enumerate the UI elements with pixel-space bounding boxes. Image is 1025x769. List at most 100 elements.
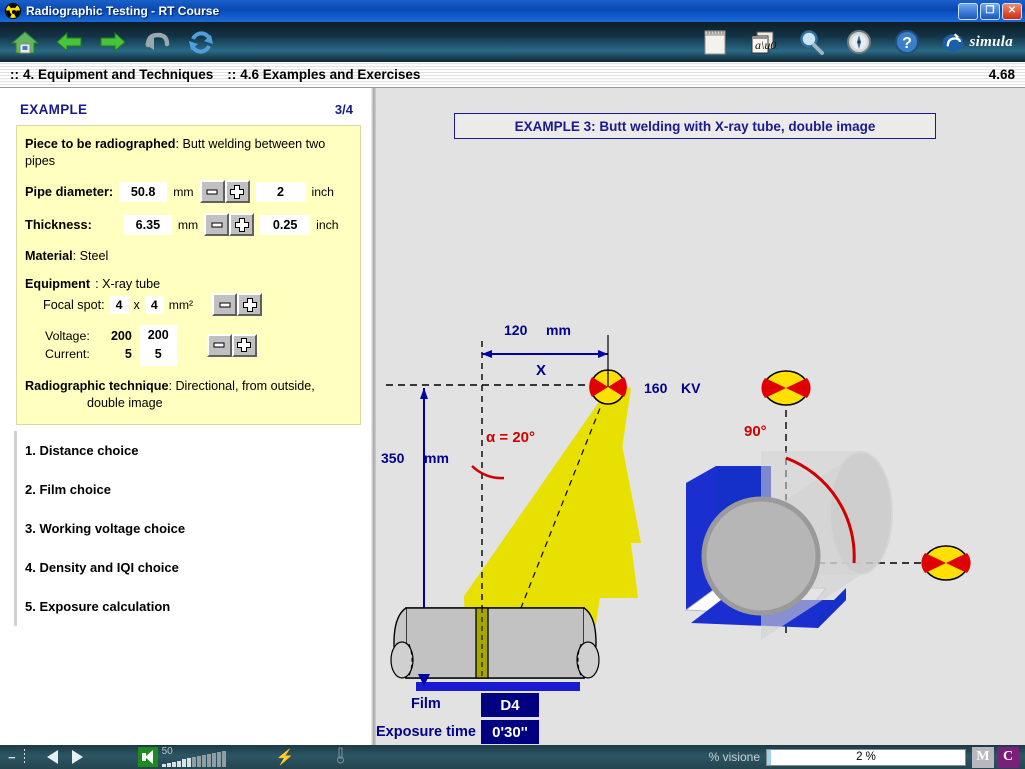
breadcrumb: :: 4. Equipment and Techniques :: 4.6 Ex… — [0, 62, 1025, 88]
help-icon[interactable]: ? — [892, 27, 922, 57]
pipe-diameter-inch-unit: inch — [311, 184, 334, 199]
prev-icon[interactable] — [46, 750, 58, 764]
example-info-card: Piece to be radiographed: Butt welding b… — [16, 125, 361, 425]
glossary-ab-icon[interactable]: a\u0192 — [748, 27, 778, 57]
plus-icon — [237, 338, 252, 353]
close-button[interactable]: ✕ — [1002, 2, 1022, 20]
material-label: Material — [25, 249, 73, 263]
thickness-inch-field[interactable]: 0.25 — [260, 214, 311, 235]
minimize-button[interactable]: _ — [958, 2, 978, 22]
breadcrumb-level-2[interactable]: 4.6 Examples and Exercises — [240, 67, 420, 82]
thickness-minus-button[interactable] — [204, 213, 230, 236]
refresh-icon[interactable] — [186, 27, 216, 57]
pipe-diameter-label: Pipe diameter: — [25, 184, 114, 199]
focal-spot-x-field[interactable]: 4 — [109, 295, 129, 314]
maximize-button[interactable]: ❐ — [980, 2, 1000, 20]
dim-x-label: X — [536, 362, 546, 379]
focal-spot-plus-button[interactable] — [237, 293, 263, 316]
window-title: Radiographic Testing - RT Course — [26, 4, 220, 18]
dim-120-unit: mm — [546, 322, 571, 338]
step-item-4[interactable]: 4. Density and IQI choice — [14, 547, 371, 587]
step-item-2[interactable]: 2. Film choice — [14, 469, 371, 509]
voltage-current-stepper — [206, 333, 257, 357]
thickness-mm-field[interactable]: 6.35 — [123, 214, 172, 235]
button-c[interactable]: C — [997, 746, 1019, 768]
magnifier-icon[interactable] — [796, 27, 826, 57]
film-label-text: Film — [411, 696, 441, 712]
thickness-stepper — [204, 213, 255, 236]
vision-progress-fill — [767, 749, 771, 765]
voltage-field[interactable]: 200 — [148, 326, 169, 345]
home-icon[interactable] — [10, 27, 40, 57]
pipe-diameter-mm-field[interactable]: 50.8 — [119, 181, 168, 202]
voltage-minus-button[interactable] — [206, 333, 232, 357]
kv-value-label: 160 — [644, 380, 668, 396]
equipment-value: : X-ray tube — [95, 277, 161, 291]
voltage-plus-button[interactable] — [231, 333, 257, 357]
pipe-diameter-inch-field[interactable]: 2 — [255, 181, 306, 202]
exposure-value-text: 0'30'' — [492, 724, 528, 741]
vision-progress-text: 2 % — [856, 751, 876, 763]
speaker-icon[interactable] — [137, 747, 158, 767]
focal-spot-minus-button[interactable] — [212, 293, 238, 316]
current-field[interactable]: 5 — [148, 345, 169, 364]
xray-source-left — [589, 369, 627, 405]
pipe-diameter-plus-button[interactable] — [224, 180, 250, 203]
voltage-value: 200 — [110, 328, 132, 343]
volume-control[interactable]: 50 — [137, 746, 226, 767]
status-minus-button[interactable]: − — [0, 750, 24, 765]
playback-controls — [25, 750, 83, 764]
step-item-3[interactable]: 3. Working voltage choice — [14, 508, 371, 548]
equipment-label: Equipment — [25, 277, 91, 291]
step-item-1[interactable]: 1. Distance choice — [14, 430, 371, 470]
focal-spot-y-field[interactable]: 4 — [144, 295, 164, 314]
thickness-plus-button[interactable] — [229, 213, 255, 236]
pipe-diameter-row: Pipe diameter: 50.8 mm 2 inch — [25, 180, 348, 203]
focal-spot-unit: mm² — [168, 297, 194, 312]
notepad-icon[interactable] — [700, 27, 730, 57]
mode-buttons: M C — [972, 746, 1019, 768]
pipe-diameter-minus-button[interactable] — [199, 180, 225, 203]
technique-line: Radiographic technique: Directional, fro… — [25, 378, 348, 412]
dim-350-label: 350 — [381, 450, 405, 466]
vision-progress-bar[interactable]: 2 % — [766, 748, 966, 766]
breadcrumb-level-1[interactable]: 4. Equipment and Techniques — [23, 67, 213, 82]
plus-icon — [242, 297, 257, 312]
piece-line: Piece to be radiographed: Butt welding b… — [25, 136, 348, 170]
next-icon[interactable] — [71, 750, 83, 764]
lightning-icon[interactable]: ⚡ — [276, 748, 295, 766]
minus-icon — [206, 189, 218, 194]
dim-350-unit: mm — [424, 450, 449, 466]
current-value: 5 — [124, 347, 132, 362]
voltage-current-fields[interactable]: 200 5 — [139, 325, 177, 366]
thickness-inch-unit: inch — [316, 217, 339, 232]
minimize-icon: _ — [964, 7, 972, 22]
focal-spot-stepper — [212, 293, 263, 316]
voltage-current-labels: Voltage: Current: — [45, 327, 90, 364]
radiation-icon — [5, 3, 21, 19]
compass-icon[interactable] — [844, 27, 874, 57]
close-icon: ✕ — [1007, 5, 1017, 16]
plus-icon — [234, 217, 249, 232]
simula-logo: simula — [940, 29, 1017, 55]
piece-label: Piece to be radiographed — [25, 137, 176, 151]
button-m[interactable]: M — [972, 746, 994, 768]
window-controls: _ ❐ ✕ — [958, 2, 1022, 22]
thickness-label: Thickness: — [25, 217, 92, 232]
example-page-indicator: 3/4 — [334, 102, 353, 117]
example-header: EXAMPLE 3/4 — [0, 88, 371, 125]
thermometer-icon[interactable] — [336, 747, 345, 768]
back-arrow-icon[interactable] — [54, 27, 84, 57]
plus-icon — [230, 184, 245, 199]
step-item-5[interactable]: 5. Exposure calculation — [14, 586, 371, 626]
voltage-current-block: Voltage: Current: 200 5 200 5 — [25, 325, 348, 366]
title-bar: Radiographic Testing - RT Course _ ❐ ✕ — [0, 0, 1025, 22]
focal-spot-times: x — [133, 297, 140, 312]
volume-value: 50 — [161, 746, 173, 757]
content-area: EXAMPLE 3/4 Piece to be radiographed: Bu… — [0, 88, 1025, 745]
voltage-label: Voltage: — [45, 328, 90, 343]
main-toolbar: a\u0192 ? simula — [0, 22, 1025, 62]
forward-arrow-icon[interactable] — [98, 27, 128, 57]
undo-icon[interactable] — [142, 27, 172, 57]
technique-value: : Directional, from outside, — [168, 378, 315, 393]
